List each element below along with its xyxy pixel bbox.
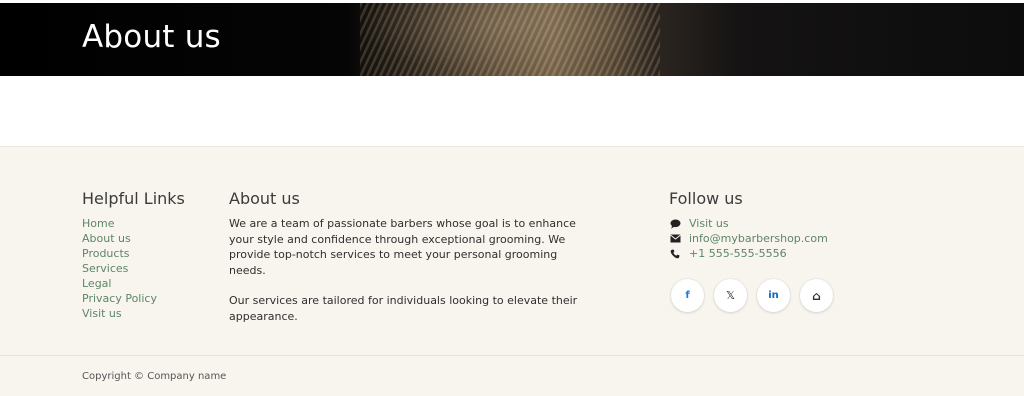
phone-row: +1 555-555-5556	[669, 246, 833, 261]
x-button[interactable]: 𝕏	[714, 279, 747, 312]
social-buttons: f 𝕏 in ⌂	[671, 279, 833, 312]
footer-link-visit-us[interactable]: Visit us	[82, 306, 185, 321]
copyright-text: Copyright © Company name	[82, 371, 227, 382]
footer-link-about-us[interactable]: About us	[82, 231, 185, 246]
linkedin-button[interactable]: in	[757, 279, 790, 312]
about-column: About us We are a team of passionate bar…	[229, 189, 579, 324]
visit-us-link[interactable]: Visit us	[689, 216, 729, 231]
follow-heading: Follow us	[669, 189, 743, 208]
about-paragraph-1: We are a team of passionate barbers whos…	[229, 217, 576, 277]
home-button[interactable]: ⌂	[800, 279, 833, 312]
helpful-links-column: Helpful Links Home About us Products Ser…	[82, 189, 185, 321]
email-row: info@mybarbershop.com	[669, 231, 833, 246]
home-icon: ⌂	[812, 288, 821, 303]
about-heading: About us	[229, 189, 300, 208]
hero-background-image	[360, 3, 660, 76]
x-icon: 𝕏	[726, 289, 735, 302]
phone-link[interactable]: +1 555-555-5556	[689, 246, 787, 261]
footer-link-home[interactable]: Home	[82, 216, 185, 231]
footer-link-privacy-policy[interactable]: Privacy Policy	[82, 291, 185, 306]
linkedin-icon: in	[768, 290, 779, 301]
envelope-icon	[669, 233, 681, 245]
footer-link-legal[interactable]: Legal	[82, 276, 185, 291]
hero-banner: About us	[0, 3, 1024, 76]
footer-link-services[interactable]: Services	[82, 261, 185, 276]
chat-bubble-icon	[669, 218, 681, 230]
helpful-links-heading: Helpful Links	[82, 189, 185, 208]
footer-link-products[interactable]: Products	[82, 246, 185, 261]
footer: Helpful Links Home About us Products Ser…	[0, 146, 1024, 396]
page-title: About us	[82, 19, 221, 55]
about-paragraph-2: Our services are tailored for individual…	[229, 294, 578, 323]
follow-column: Follow us Visit us info@mybarbershop.com…	[669, 189, 833, 312]
content-area	[0, 76, 1024, 146]
visit-row: Visit us	[669, 216, 833, 231]
facebook-button[interactable]: f	[671, 279, 704, 312]
phone-icon	[669, 248, 681, 260]
footer-divider	[0, 355, 1024, 356]
email-link[interactable]: info@mybarbershop.com	[689, 231, 828, 246]
facebook-icon: f	[685, 290, 690, 301]
